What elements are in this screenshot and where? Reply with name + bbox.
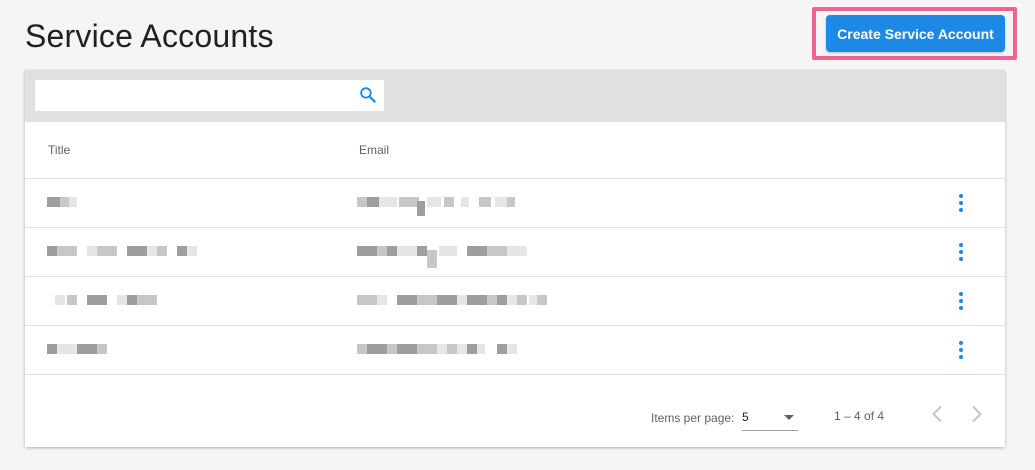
chevron-right-icon (972, 406, 982, 422)
more-vertical-icon[interactable] (949, 338, 973, 362)
more-vertical-icon[interactable] (949, 191, 973, 215)
items-per-page-label: Items per page: (651, 411, 735, 425)
previous-page-button[interactable] (925, 402, 949, 426)
search-icon[interactable] (358, 85, 378, 105)
table-header: Title Email (25, 122, 1005, 179)
title-column-header: Title (48, 143, 71, 157)
page-size-value: 5 (742, 410, 749, 424)
table-row (25, 228, 1005, 277)
table-toolbar (25, 70, 1005, 122)
dropdown-arrow-icon (784, 415, 794, 420)
page-title: Service Accounts (25, 18, 274, 54)
table-row (25, 179, 1005, 228)
service-accounts-card: Title Email Items per page: 5 1 – 4 of 4 (25, 70, 1005, 447)
search-box (35, 80, 384, 111)
create-service-account-button[interactable]: Create Service Account (826, 15, 1005, 52)
more-vertical-icon[interactable] (949, 289, 973, 313)
email-column-header: Email (359, 143, 390, 157)
paginator: Items per page: 5 1 – 4 of 4 (25, 376, 1005, 447)
next-page-button[interactable] (965, 402, 989, 426)
more-vertical-icon[interactable] (949, 240, 973, 264)
chevron-left-icon (932, 406, 942, 422)
pagination-range-label: 1 – 4 of 4 (834, 409, 885, 423)
search-input[interactable] (35, 80, 345, 111)
service-accounts-page: Service Accounts Create Service Account … (0, 0, 1035, 470)
table-row (25, 326, 1005, 375)
table-row (25, 277, 1005, 326)
page-size-select[interactable]: 5 (742, 401, 798, 431)
